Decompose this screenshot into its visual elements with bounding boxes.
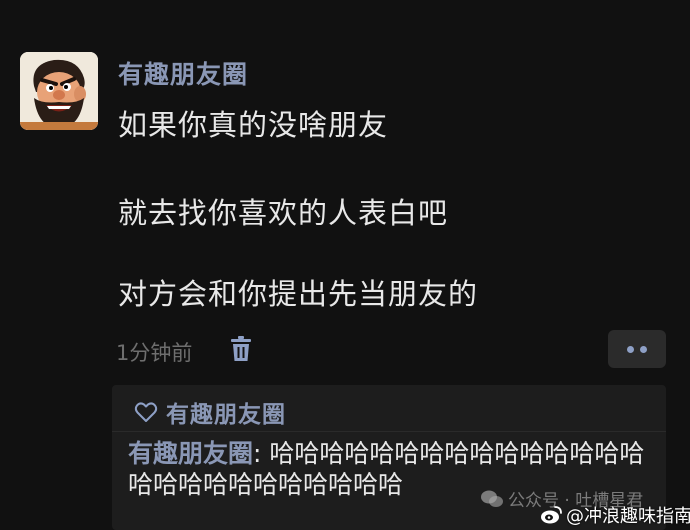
wechat-icon — [481, 490, 503, 507]
post-timestamp: 1分钟前 — [116, 341, 193, 365]
heart-icon — [134, 402, 158, 422]
post-text-line: 对方会和你提出先当朋友的 — [118, 277, 479, 311]
more-dots-icon — [640, 345, 647, 353]
post-author-name[interactable]: 有趣朋友圈 — [118, 55, 248, 91]
avatar[interactable] — [20, 52, 98, 130]
post-text-line: 就去找你喜欢的人表白吧 — [118, 196, 449, 230]
trash-icon[interactable] — [229, 336, 253, 362]
comment-separator: : — [253, 439, 270, 468]
liker-name[interactable]: 有趣朋友圈 — [166, 395, 286, 429]
weibo-icon — [541, 506, 562, 524]
comment-author[interactable]: 有趣朋友圈 — [128, 439, 253, 468]
panel-divider — [112, 431, 666, 432]
post-text-line: 如果你真的没啥朋友 — [118, 108, 389, 142]
cartoon-bearded-man-avatar-icon — [20, 52, 98, 130]
more-dots-icon — [627, 345, 634, 353]
more-dots-button[interactable] — [608, 330, 666, 368]
likes-row: 有趣朋友圈 — [134, 395, 286, 429]
weibo-watermark: @冲浪趣味指南 — [540, 502, 690, 528]
weibo-watermark-text: @冲浪趣味指南 — [566, 506, 690, 527]
